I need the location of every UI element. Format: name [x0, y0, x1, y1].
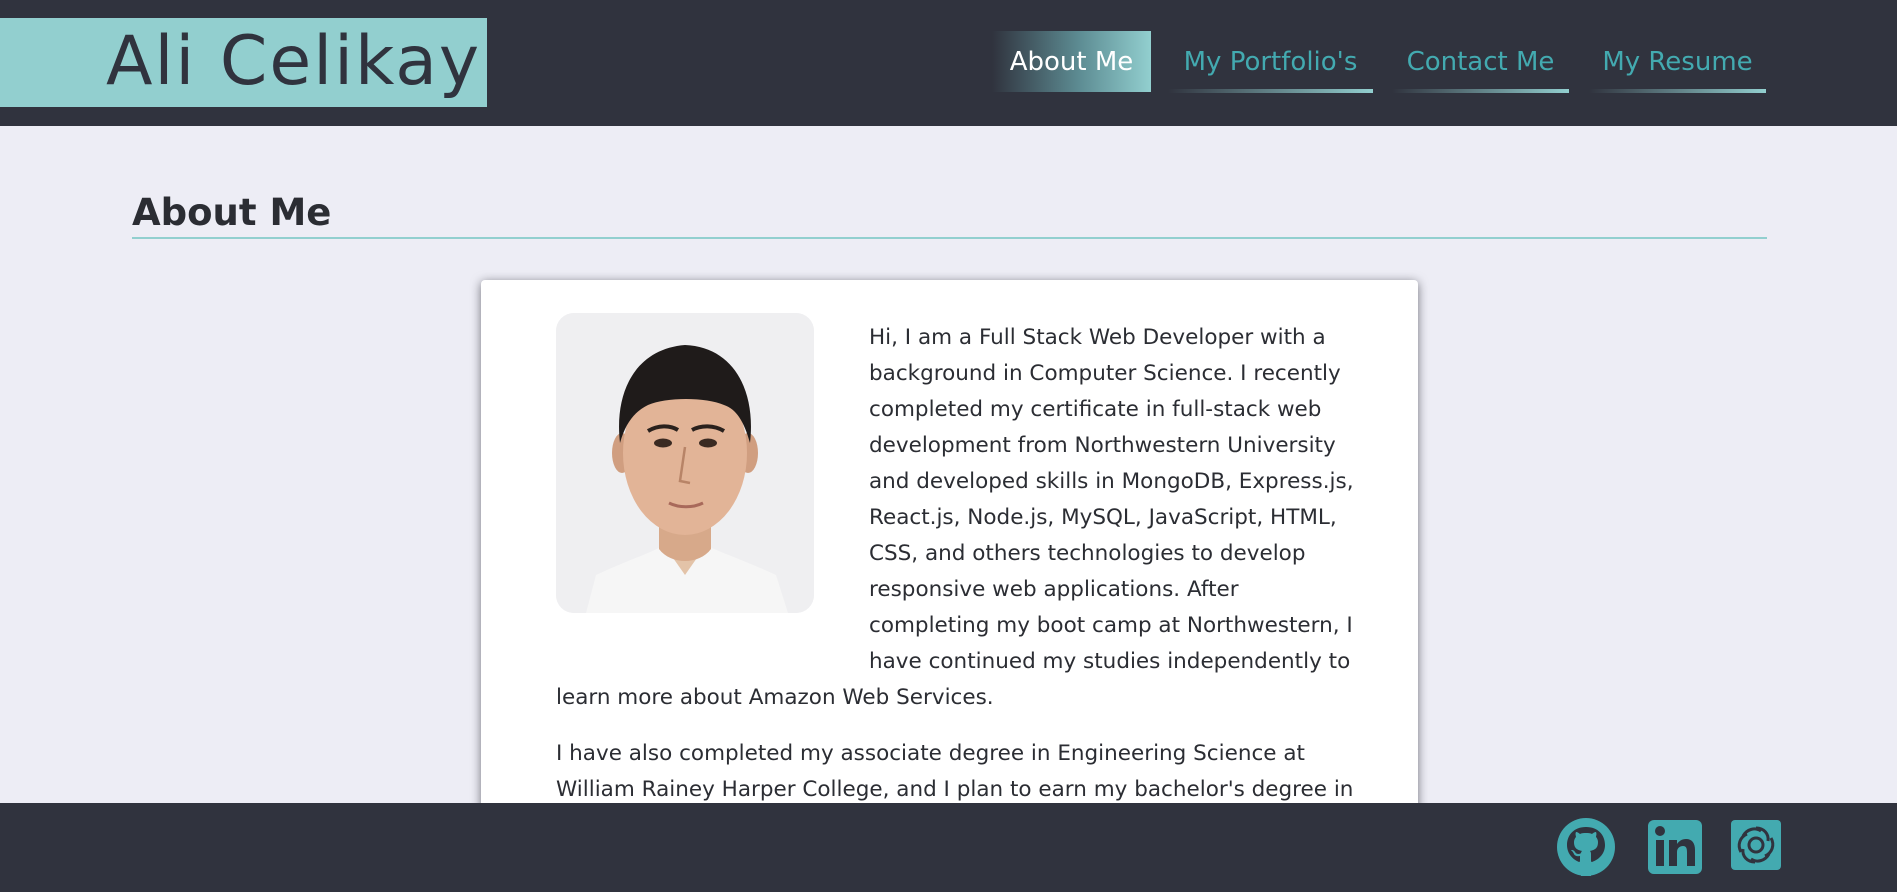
github-icon[interactable] — [1557, 818, 1615, 876]
bio-text: Hi, I am a Full Stack Web Developer with… — [556, 320, 1356, 828]
title-divider — [132, 237, 1767, 239]
nav-underline — [1589, 89, 1766, 93]
nav-contact[interactable]: Contact Me — [1392, 31, 1569, 93]
nav-portfolio-label: My Portfolio's — [1183, 47, 1358, 77]
nav-about-me[interactable]: About Me — [992, 31, 1151, 92]
bio-paragraph: I have also completed my associate degre… — [556, 741, 1354, 802]
nav-about-me-label: About Me — [1009, 47, 1134, 77]
nav-resume[interactable]: My Resume — [1589, 31, 1766, 93]
page-title: About Me — [132, 191, 332, 234]
nav-contact-label: Contact Me — [1406, 47, 1555, 77]
site-header: Ali Celikay About Me My Portfolio's Cont… — [0, 0, 1897, 126]
about-card: Hi, I am a Full Stack Web Developer with… — [481, 280, 1418, 880]
nav-resume-label: My Resume — [1602, 47, 1753, 77]
nav-underline — [1392, 89, 1569, 93]
photo-spacer — [556, 320, 869, 656]
nav-portfolio[interactable]: My Portfolio's — [1168, 31, 1373, 93]
nav-underline — [1168, 89, 1373, 93]
linkedin-icon[interactable] — [1648, 820, 1702, 874]
main-nav: About Me My Portfolio's Contact Me My Re… — [0, 31, 1897, 93]
site-footer — [0, 803, 1897, 892]
stackshare-icon[interactable] — [1731, 820, 1781, 870]
